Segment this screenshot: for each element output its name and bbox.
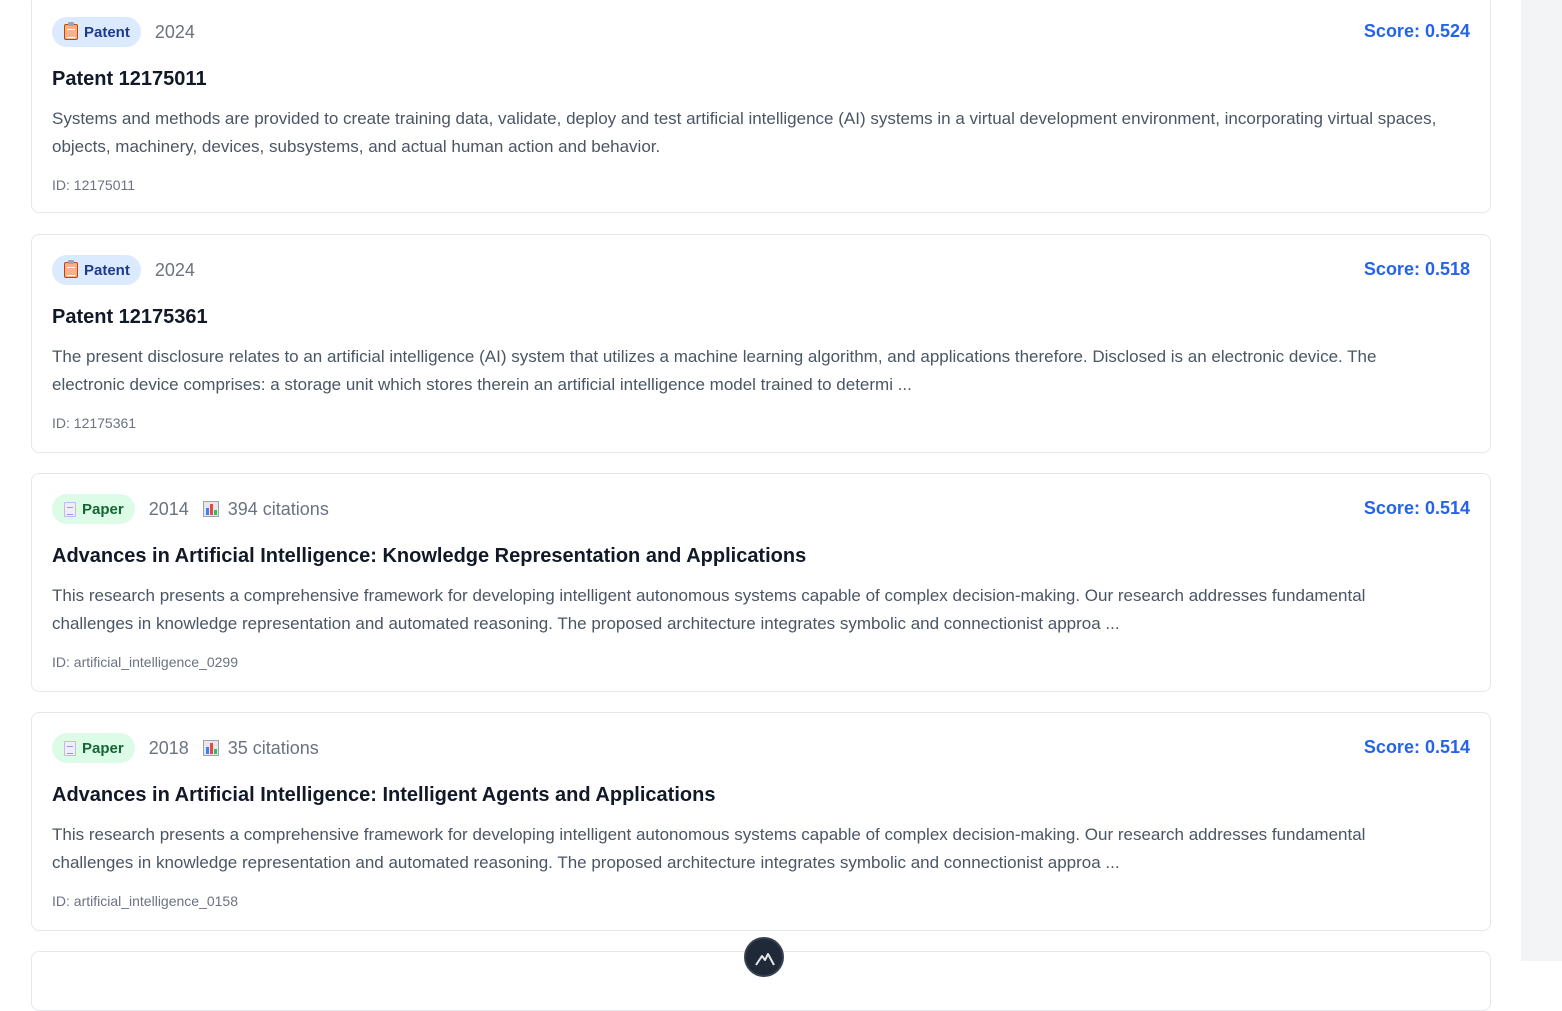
result-id: ID: 12175011 — [52, 177, 136, 193]
type-badge-label: Paper — [82, 500, 124, 518]
result-title[interactable]: Patent 12175361 — [52, 306, 1470, 329]
result-card[interactable]: Patent 2024 Score: 0.524 Patent 12175011… — [31, 0, 1491, 213]
type-badge: Patent — [52, 255, 141, 285]
result-score: Score: 0.514 — [1363, 498, 1470, 518]
result-id: ID: artificial_intelligence_0158 — [52, 893, 238, 909]
bar-chart-icon — [202, 501, 219, 517]
result-abstract: Systems and methods are provided to crea… — [52, 109, 1437, 156]
result-year: 2024 — [154, 259, 195, 280]
result-meta: Patent 2024 — [52, 255, 195, 285]
page-icon — [64, 501, 76, 517]
result-score: Score: 0.514 — [1363, 737, 1470, 757]
result-meta: Patent 2024 — [52, 17, 195, 47]
type-badge-label: Paper — [82, 739, 124, 757]
clipboard-icon — [64, 260, 78, 278]
result-citations: 35 citations — [202, 737, 319, 759]
scrollbar-track[interactable] — [1521, 0, 1562, 961]
result-card[interactable]: Paper 2014 394 citations Score: 0.514 Ad… — [31, 473, 1491, 692]
type-badge-label: Patent — [84, 23, 130, 41]
result-id: ID: artificial_intelligence_0299 — [52, 654, 238, 670]
result-year: 2024 — [154, 21, 195, 42]
citations-count: 35 citations — [227, 737, 319, 758]
citations-count: 394 citations — [227, 498, 329, 519]
result-abstract: The present disclosure relates to an art… — [52, 347, 1377, 394]
type-badge-label: Patent — [84, 261, 130, 279]
result-title[interactable]: Patent 12175011 — [52, 68, 1470, 91]
type-badge: Paper — [52, 494, 135, 524]
mountain-logo-icon — [755, 953, 775, 966]
page-icon — [64, 740, 76, 756]
result-id: ID: 12175361 — [52, 415, 137, 431]
clipboard-icon — [64, 22, 78, 40]
result-year: 2014 — [148, 498, 189, 519]
result-meta: Paper 2014 394 citations — [52, 494, 329, 524]
result-citations: 394 citations — [202, 498, 329, 520]
result-card[interactable]: Patent 2024 Score: 0.518 Patent 12175361… — [31, 234, 1491, 453]
type-badge: Patent — [52, 17, 141, 47]
result-score: Score: 0.518 — [1363, 259, 1470, 279]
result-abstract: This research presents a comprehensive f… — [52, 586, 1366, 633]
result-meta: Paper 2018 35 citations — [52, 733, 319, 763]
result-card[interactable]: Paper 2018 35 citations Score: 0.514 Adv… — [31, 712, 1491, 931]
result-title[interactable]: Advances in Artificial Intelligence: Int… — [52, 784, 1470, 807]
result-score: Score: 0.524 — [1363, 21, 1470, 41]
floating-action-button[interactable] — [744, 937, 784, 977]
type-badge: Paper — [52, 733, 135, 763]
bar-chart-icon — [202, 740, 219, 756]
result-abstract: This research presents a comprehensive f… — [52, 825, 1366, 872]
result-year: 2018 — [148, 737, 189, 758]
result-title[interactable]: Advances in Artificial Intelligence: Kno… — [52, 545, 1470, 568]
